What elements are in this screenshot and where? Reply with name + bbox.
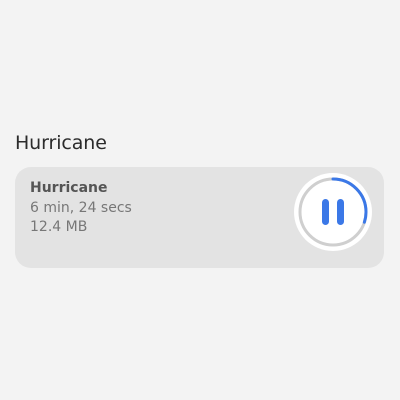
item-title: Hurricane bbox=[30, 180, 108, 196]
download-progress-ring bbox=[294, 173, 372, 251]
item-size: 12.4 MB bbox=[30, 219, 88, 235]
download-card[interactable]: Hurricane 6 min, 24 secs 12.4 MB bbox=[15, 167, 384, 268]
item-duration: 6 min, 24 secs bbox=[30, 200, 132, 216]
pause-download-button[interactable] bbox=[291, 170, 375, 254]
button-face bbox=[294, 173, 372, 251]
section-title: Hurricane bbox=[15, 132, 107, 154]
